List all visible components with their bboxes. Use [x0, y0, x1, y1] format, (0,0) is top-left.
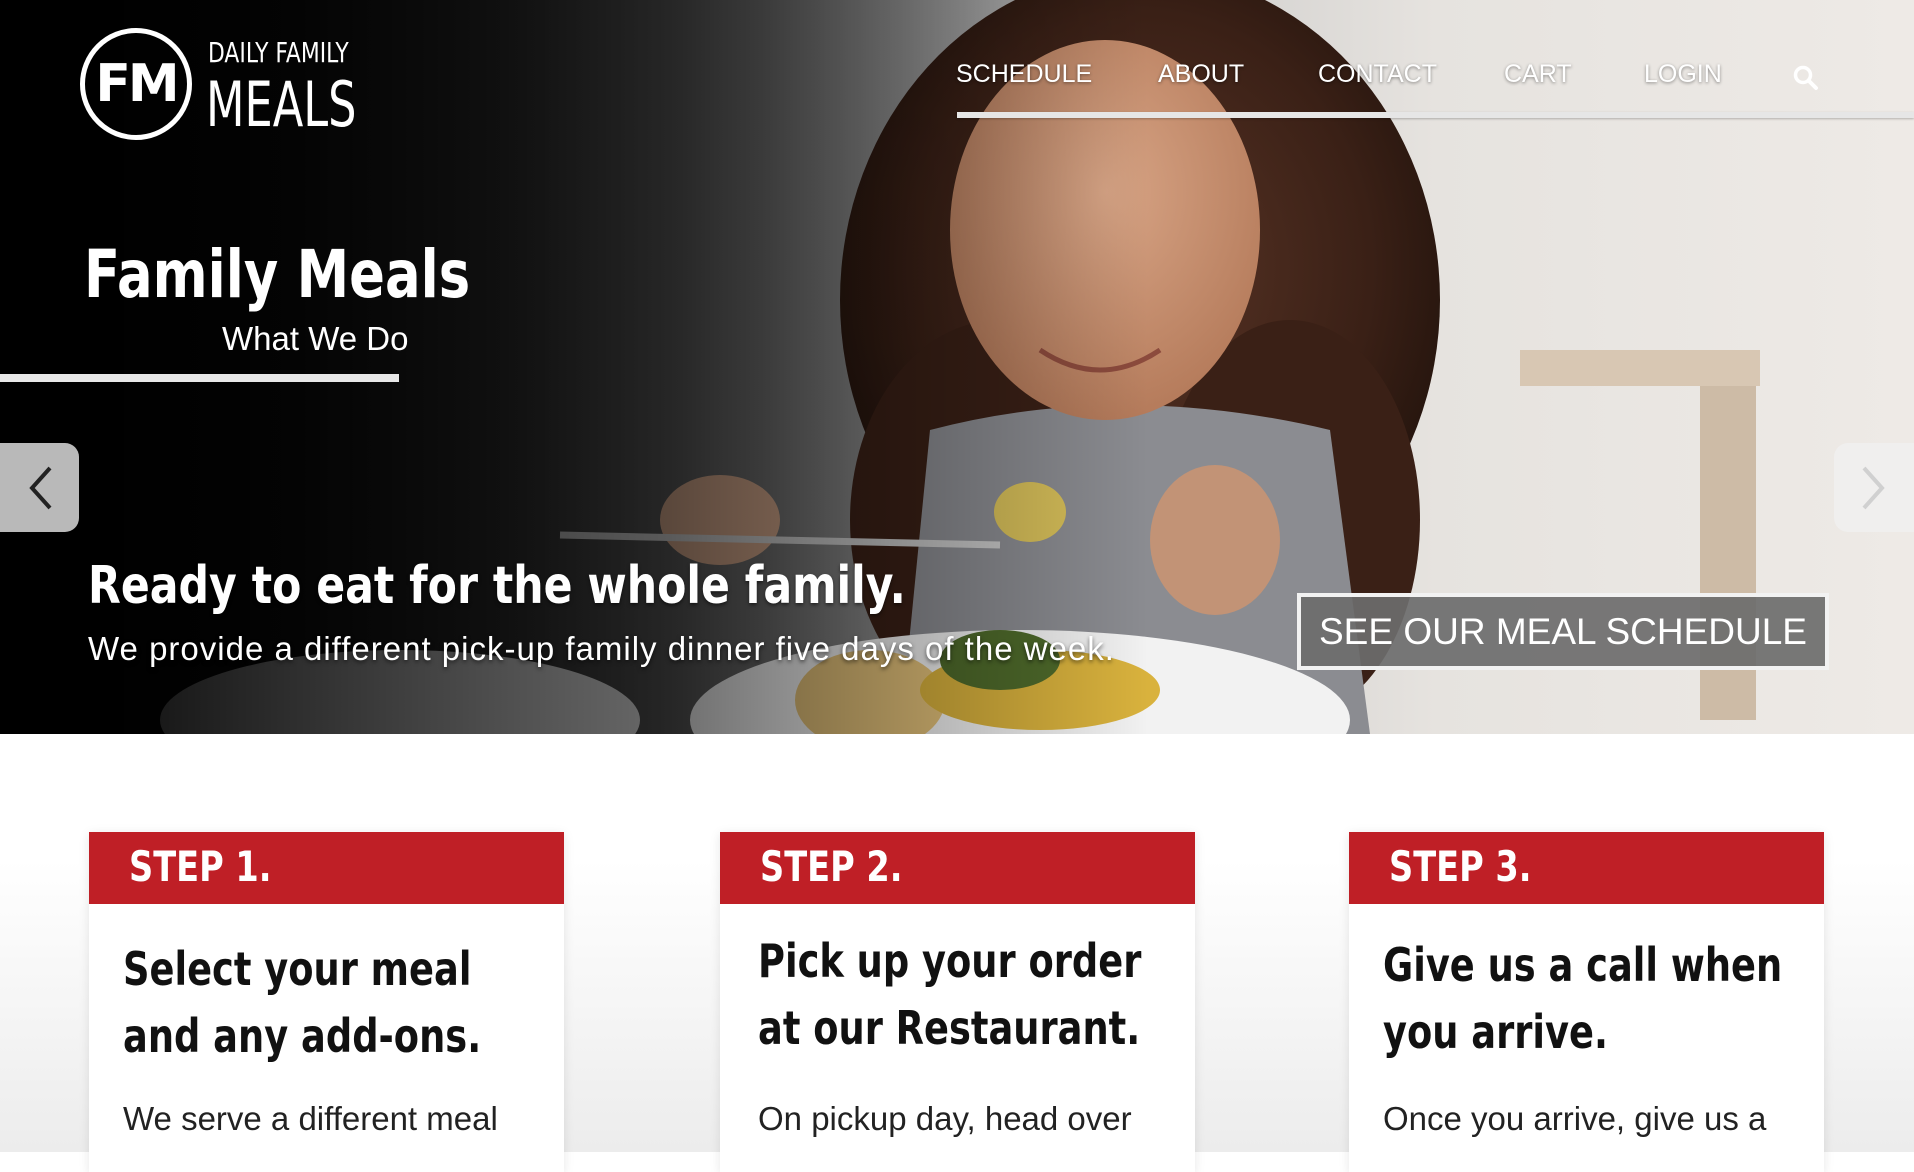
search-icon[interactable] [1792, 64, 1820, 92]
step-title: Pick up your order at our Restaurant. [758, 928, 1141, 1062]
step-body: On pickup day, head over [758, 1100, 1132, 1137]
nav-cart[interactable]: CART [1504, 60, 1572, 89]
chevron-left-icon [28, 466, 51, 509]
step-label: STEP 2. [760, 842, 903, 891]
step-title-line: Give us a call when [1383, 938, 1783, 992]
step-title-line: Select your meal [123, 942, 472, 996]
hero-title: Family Meals [84, 236, 471, 313]
step-title-line: at our Restaurant. [758, 1001, 1141, 1055]
step-title-line: Pick up your order [758, 934, 1142, 988]
step-card-2: STEP 2. Pick up your order at our Restau… [720, 832, 1195, 1172]
hero-subtitle: What We Do [222, 320, 409, 357]
carousel-next-button[interactable] [1834, 443, 1914, 532]
step-header: STEP 3. [1349, 832, 1824, 904]
see-meal-schedule-button[interactable]: SEE OUR MEAL SCHEDULE [1297, 593, 1829, 670]
step-card-3: STEP 3. Give us a call when you arrive. … [1349, 832, 1824, 1172]
step-label: STEP 3. [1389, 842, 1532, 891]
step-title: Select your meal and any add-ons. [123, 936, 481, 1070]
step-title: Give us a call when you arrive. [1383, 932, 1782, 1066]
step-title-line: and any add-ons. [123, 1009, 482, 1063]
step-header: STEP 2. [720, 832, 1195, 904]
nav-about[interactable]: ABOUT [1158, 60, 1244, 89]
step-card-1: STEP 1. Select your meal and any add-ons… [89, 832, 564, 1172]
step-body: Once you arrive, give us a [1383, 1100, 1767, 1137]
nav-schedule[interactable]: SCHEDULE [956, 60, 1092, 89]
hero-tagline: Ready to eat for the whole family. [88, 556, 906, 616]
chevron-right-icon [1862, 466, 1885, 509]
step-body: We serve a different meal [123, 1100, 498, 1137]
nav-login[interactable]: LOGIN [1644, 60, 1722, 89]
main-nav: SCHEDULE ABOUT CONTACT CART LOGIN [0, 0, 1914, 130]
step-title-line: you arrive. [1383, 1005, 1608, 1059]
carousel-prev-button[interactable] [0, 443, 79, 532]
hero-tagline-sub: We provide a different pick-up family di… [88, 630, 1115, 667]
nav-contact[interactable]: CONTACT [1318, 60, 1437, 89]
hero-divider [0, 374, 399, 382]
hero-banner: FM DAILY FAMILY MEALS SCHEDULE ABOUT CON… [0, 0, 1914, 734]
step-header: STEP 1. [89, 832, 564, 904]
step-label: STEP 1. [129, 842, 272, 891]
nav-underline [957, 112, 1914, 118]
steps-section: STEP 1. Select your meal and any add-ons… [0, 734, 1914, 1172]
